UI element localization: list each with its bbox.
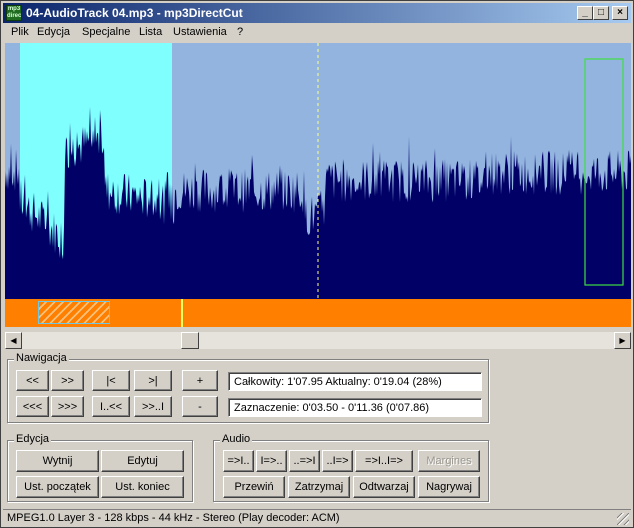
- horizontal-scrollbar[interactable]: ◀ ▶: [5, 332, 631, 349]
- menu-ustawienia[interactable]: Ustawienia: [173, 26, 227, 38]
- set-start-button[interactable]: Ust. początek: [16, 476, 99, 498]
- selection-start-button[interactable]: I..<<: [92, 396, 130, 417]
- main-window: mp3 direct cut 04-AudioTrack 04.mp3 - mp…: [0, 0, 634, 528]
- navigation-group: Nawigacja << >> |< >| + <<< >>> I..<< >>…: [7, 352, 489, 423]
- menu-help[interactable]: ?: [237, 26, 243, 38]
- menu-bar: Plik Edycja Specjalne Lista Ustawienia ?: [3, 24, 631, 42]
- timeline-bar[interactable]: [5, 299, 631, 327]
- go-end-button[interactable]: >|: [134, 370, 172, 391]
- rewind-audio-button[interactable]: Przewiń: [223, 476, 285, 498]
- resize-grip-icon[interactable]: [617, 513, 629, 525]
- scroll-right-button[interactable]: ▶: [614, 332, 631, 349]
- maximize-button[interactable]: □: [593, 6, 609, 20]
- close-button[interactable]: ×: [612, 6, 628, 20]
- forward-button[interactable]: >>: [51, 370, 84, 391]
- fast-forward-button[interactable]: >>>: [51, 396, 84, 417]
- navigation-title: Nawigacja: [14, 352, 69, 364]
- play-from-start-button[interactable]: I=>..: [256, 450, 287, 472]
- selection-end-button[interactable]: >>..I: [134, 396, 172, 417]
- play-from-end-button[interactable]: ..I=>: [322, 450, 353, 472]
- minimize-button[interactable]: _: [577, 6, 593, 20]
- margins-button[interactable]: Margines: [418, 450, 480, 472]
- selection-time-display: Zaznaczenie: 0'03.50 - 0'11.36 (0'07.86): [228, 398, 482, 417]
- zoom-out-button[interactable]: -: [182, 396, 218, 417]
- stop-button[interactable]: Zatrzymaj: [288, 476, 350, 498]
- play-both-button[interactable]: =>I..I=>: [355, 450, 413, 472]
- play-to-start-button[interactable]: =>I..: [223, 450, 254, 472]
- menu-specjalne[interactable]: Specjalne: [82, 26, 130, 38]
- edit-button[interactable]: Edytuj: [101, 450, 184, 472]
- cut-button[interactable]: Wytnij: [16, 450, 99, 472]
- edit-title: Edycja: [14, 433, 52, 445]
- record-button[interactable]: Nagrywaj: [418, 476, 480, 498]
- audio-title: Audio: [220, 433, 253, 445]
- total-time-display: Całkowity: 1'07.95 Aktualny: 0'19.04 (28…: [228, 372, 482, 391]
- menu-plik[interactable]: Plik: [11, 26, 29, 38]
- waveform-svg: [5, 43, 631, 299]
- menu-edycja[interactable]: Edycja: [37, 26, 70, 38]
- status-text: MPEG1.0 Layer 3 - 128 kbps - 44 kHz - St…: [7, 512, 340, 524]
- audio-group: Audio =>I.. I=>.. ..=>I ..I=> =>I..I=> M…: [213, 433, 489, 502]
- timeline-selection: [38, 301, 110, 324]
- waveform-view[interactable]: [5, 43, 631, 299]
- play-to-end-button[interactable]: ..=>I: [289, 450, 320, 472]
- set-end-button[interactable]: Ust. koniec: [101, 476, 184, 498]
- go-start-button[interactable]: |<: [92, 370, 130, 391]
- fast-rewind-button[interactable]: <<<: [16, 396, 49, 417]
- scroll-left-button[interactable]: ◀: [5, 332, 22, 349]
- edit-group: Edycja Wytnij Edytuj Ust. początek Ust. …: [7, 433, 193, 502]
- timeline-position-marker: [181, 299, 183, 327]
- scroll-thumb[interactable]: [181, 332, 199, 349]
- window-title: 04-AudioTrack 04.mp3 - mp3DirectCut: [26, 6, 243, 20]
- title-bar[interactable]: mp3 direct cut 04-AudioTrack 04.mp3 - mp…: [3, 3, 631, 23]
- rewind-button[interactable]: <<: [16, 370, 49, 391]
- zoom-in-button[interactable]: +: [182, 370, 218, 391]
- app-logo-icon: mp3 direct cut: [6, 5, 22, 21]
- menu-lista[interactable]: Lista: [139, 26, 162, 38]
- play-button[interactable]: Odtwarzaj: [353, 476, 415, 498]
- status-bar: MPEG1.0 Layer 3 - 128 kbps - 44 kHz - St…: [3, 509, 631, 527]
